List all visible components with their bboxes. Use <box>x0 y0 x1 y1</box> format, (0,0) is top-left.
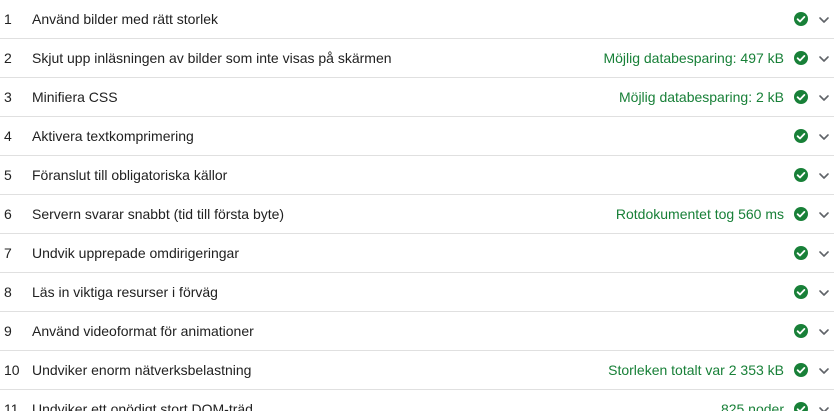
chevron-down-icon[interactable] <box>818 365 830 377</box>
chevron-down-icon[interactable] <box>818 170 830 182</box>
check-circle-icon <box>794 285 808 299</box>
audit-index: 7 <box>4 245 12 261</box>
audit-display-value: Storleken totalt var 2 353 kB <box>608 362 784 378</box>
audit-title: Servern svarar snabbt (tid till första b… <box>32 206 285 222</box>
check-circle-icon <box>794 207 808 221</box>
audit-index: 2 <box>4 50 12 66</box>
audit-index: 3 <box>4 89 12 105</box>
audit-title: Föranslut till obligatoriska källor <box>32 167 228 183</box>
chevron-down-icon[interactable] <box>818 209 830 221</box>
chevron-down-icon[interactable] <box>818 326 830 338</box>
audit-row[interactable]: 11 Undviker ett onödigt stort DOM-träd 8… <box>0 390 834 411</box>
audit-index: 11 <box>4 401 19 411</box>
audit-row[interactable]: 5 Föranslut till obligatoriska källor <box>0 156 834 195</box>
chevron-down-icon[interactable] <box>818 53 830 65</box>
audit-row[interactable]: 9 Använd videoformat för animationer <box>0 312 834 351</box>
audit-row[interactable]: 4 Aktivera textkomprimering <box>0 117 834 156</box>
audit-title: Använd bilder med rätt storlek <box>32 11 218 27</box>
check-circle-icon <box>794 402 808 411</box>
audit-row[interactable]: 2 Skjut upp inläsningen av bilder som in… <box>0 39 834 78</box>
audit-index: 10 <box>4 362 20 378</box>
audit-display-value: 825 noder <box>720 401 784 411</box>
check-circle-icon <box>794 363 808 377</box>
audit-row[interactable]: 10 Undviker enorm nätverksbelastning Sto… <box>0 351 834 390</box>
audit-row[interactable]: 8 Läs in viktiga resurser i förväg <box>0 273 834 312</box>
chevron-down-icon[interactable] <box>818 14 830 26</box>
audit-title: Undviker ett onödigt stort DOM-träd <box>32 401 253 411</box>
audit-index: 4 <box>4 128 12 144</box>
audit-index: 1 <box>4 11 12 27</box>
audit-display-value: Rotdokumentet tog 560 ms <box>615 206 784 222</box>
audit-title: Aktivera textkomprimering <box>32 128 194 144</box>
audit-title: Läs in viktiga resurser i förväg <box>32 284 218 300</box>
chevron-down-icon[interactable] <box>818 248 830 260</box>
check-circle-icon <box>794 246 808 260</box>
audit-index: 9 <box>4 323 12 339</box>
audit-index: 8 <box>4 284 12 300</box>
audit-display-value: Möjlig databesparing: 2 kB <box>619 89 784 105</box>
audit-title: Skjut upp inläsningen av bilder som inte… <box>32 50 392 66</box>
chevron-down-icon[interactable] <box>818 131 830 143</box>
chevron-down-icon[interactable] <box>818 92 830 104</box>
audit-title: Undvik upprepade omdirigeringar <box>32 245 240 261</box>
audit-row[interactable]: 7 Undvik upprepade omdirigeringar <box>0 234 834 273</box>
audit-list: 1 Använd bilder med rätt storlek 2 Skjut… <box>0 0 834 411</box>
check-circle-icon <box>794 90 808 104</box>
check-circle-icon <box>794 324 808 338</box>
audit-display-value: Möjlig databesparing: 497 kB <box>603 50 784 66</box>
chevron-down-icon[interactable] <box>818 404 830 411</box>
audit-row[interactable]: 3 Minifiera CSS Möjlig databesparing: 2 … <box>0 78 834 117</box>
audit-index: 5 <box>4 167 12 183</box>
check-circle-icon <box>794 129 808 143</box>
audit-title: Använd videoformat för animationer <box>32 323 254 339</box>
check-circle-icon <box>794 12 808 26</box>
audit-row[interactable]: 6 Servern svarar snabbt (tid till första… <box>0 195 834 234</box>
check-circle-icon <box>794 168 808 182</box>
chevron-down-icon[interactable] <box>818 287 830 299</box>
audit-row[interactable]: 1 Använd bilder med rätt storlek <box>0 0 834 39</box>
audit-index: 6 <box>4 206 12 222</box>
audit-title: Undviker enorm nätverksbelastning <box>32 362 252 378</box>
check-circle-icon <box>794 51 808 65</box>
audit-title: Minifiera CSS <box>32 89 118 105</box>
